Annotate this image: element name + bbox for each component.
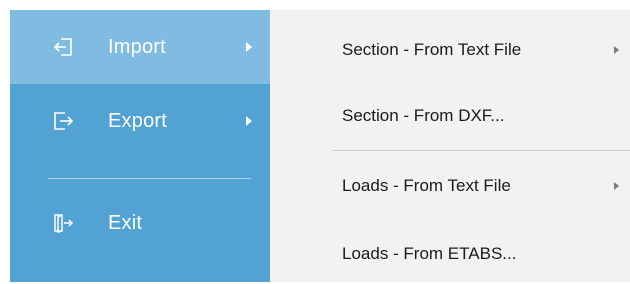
submenu-item-label: Loads - From ETABS... <box>342 244 517 263</box>
menu-item-export[interactable]: Export <box>10 84 270 158</box>
import-icon <box>52 36 74 58</box>
export-icon <box>52 110 74 132</box>
menu-divider <box>48 178 251 179</box>
submenu-item-loads-from-etabs[interactable]: Loads - From ETABS... <box>270 224 630 284</box>
submenu-item-loads-from-text-file[interactable]: Loads - From Text File <box>270 156 630 216</box>
menu-item-export-label: Export <box>108 109 168 132</box>
submenu-item-label: Section - From DXF... <box>342 106 505 125</box>
menu-item-import[interactable]: Import <box>10 10 270 84</box>
main-menu: Import Export Exit <box>10 10 270 282</box>
submenu-item-section-from-dxf[interactable]: Section - From DXF... <box>270 86 630 146</box>
application-menu: Import Export Exit Section - From Text F… <box>0 0 630 282</box>
menu-item-exit[interactable]: Exit <box>10 186 270 260</box>
exit-icon <box>52 212 74 234</box>
submenu-arrow-icon <box>614 182 619 190</box>
import-submenu: Section - From Text File Section - From … <box>270 10 630 282</box>
submenu-item-section-from-text-file[interactable]: Section - From Text File <box>270 20 630 80</box>
submenu-divider <box>332 150 630 151</box>
submenu-item-label: Loads - From Text File <box>342 176 511 195</box>
menu-item-import-label: Import <box>108 35 166 58</box>
submenu-arrow-icon <box>246 42 252 52</box>
submenu-arrow-icon <box>246 116 252 126</box>
submenu-item-label: Section - From Text File <box>342 40 522 59</box>
menu-item-exit-label: Exit <box>108 211 143 234</box>
submenu-arrow-icon <box>614 46 619 54</box>
